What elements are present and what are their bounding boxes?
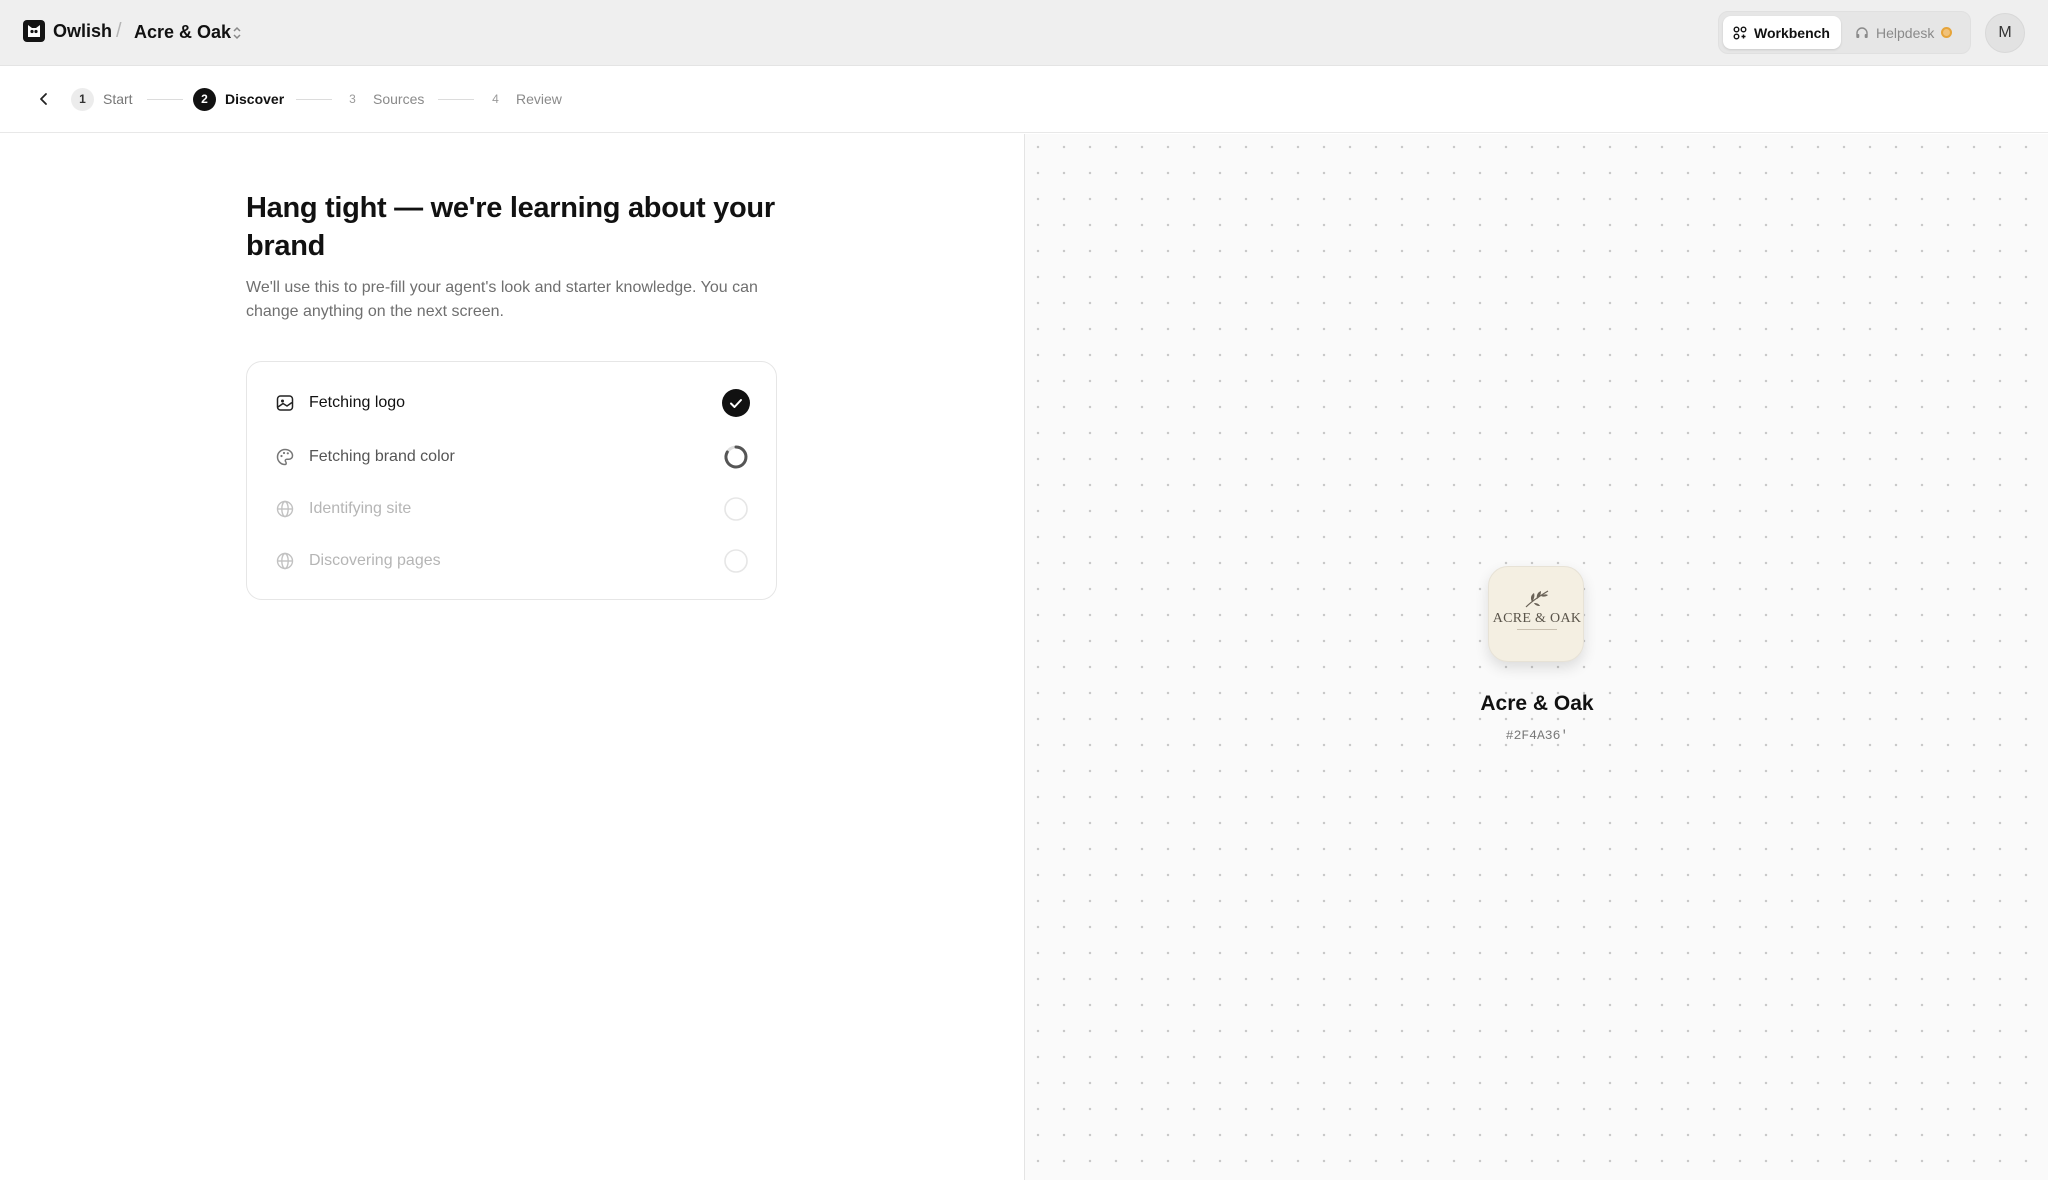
image-icon	[275, 393, 295, 413]
helpdesk-tab[interactable]: Helpdesk	[1845, 16, 1967, 49]
avatar[interactable]: M	[1985, 13, 2025, 53]
pending-circle-icon	[722, 547, 750, 575]
task-label: Identifying site	[309, 500, 412, 517]
workbench-tab[interactable]: Workbench	[1723, 16, 1841, 49]
step-start[interactable]: 1 Start	[71, 87, 133, 111]
step-number: 3	[349, 92, 356, 106]
workbench-label: Workbench	[1754, 24, 1830, 41]
step-connector	[147, 99, 183, 100]
step-connector	[438, 99, 474, 100]
workspace-name[interactable]: Acre & Oak	[134, 22, 231, 43]
page-title: Hang tight — we're learning about your b…	[246, 192, 775, 262]
brand-preview-panel: ACRE & OAK Acre & Oak #2F4A36'	[1024, 134, 2048, 1180]
breadcrumb-separator: /	[116, 20, 122, 42]
chevron-up-down-icon[interactable]	[231, 24, 243, 42]
page-subtitle: We'll use this to pre-fill your agent's …	[246, 279, 758, 320]
spinner-icon	[722, 443, 750, 471]
step-label: Discover	[225, 91, 285, 107]
task-fetching-logo: Fetching logo	[275, 388, 750, 418]
palette-icon	[275, 447, 295, 467]
brand-color-hex: #2F4A36'	[1505, 728, 1569, 743]
globe-icon	[275, 499, 295, 519]
step-number: 4	[492, 92, 499, 106]
back-arrow-icon[interactable]	[34, 89, 54, 109]
check-circle-icon	[722, 389, 750, 417]
brand-logo-preview: ACRE & OAK	[1488, 566, 1584, 662]
globe-icon	[275, 551, 295, 571]
step-label: Sources	[373, 91, 425, 107]
status-badge	[1941, 27, 1953, 38]
task-identifying-site: Identifying site	[275, 494, 750, 524]
logo-underline	[1517, 629, 1557, 630]
step-label: Review	[516, 91, 562, 107]
step-number: 2	[193, 87, 216, 111]
step-label: Start	[103, 91, 133, 107]
progress-card: Fetching logo Fetching brand color Ident…	[246, 361, 777, 600]
task-fetching-brand-color: Fetching brand color	[275, 442, 750, 472]
helpdesk-label: Helpdesk	[1876, 24, 1935, 41]
top-bar: Owlish / Acre & Oak Workbench Helpdesk M	[0, 0, 2048, 66]
task-label: Fetching brand color	[309, 448, 455, 465]
discovery-panel: Hang tight — we're learning about your b…	[0, 134, 1024, 1180]
app-brand[interactable]: Owlish	[23, 20, 112, 42]
grid-icon	[1733, 26, 1747, 40]
company-name: Acre & Oak	[1480, 692, 1594, 715]
stepper-bar: 1 Start 2 Discover 3 Sources 4 Review	[0, 66, 2048, 133]
app-name: Owlish	[53, 20, 113, 41]
headset-icon	[1855, 26, 1869, 40]
step-discover[interactable]: 2 Discover	[193, 87, 284, 111]
owl-logo-icon	[23, 20, 45, 42]
step-sources[interactable]: 3 Sources	[341, 87, 424, 111]
pending-circle-icon	[722, 495, 750, 523]
task-label: Discovering pages	[309, 552, 441, 569]
logo-wordmark: ACRE & OAK	[1492, 611, 1582, 626]
step-review[interactable]: 4 Review	[484, 87, 562, 111]
task-discovering-pages: Discovering pages	[275, 546, 750, 576]
task-label: Fetching logo	[309, 394, 406, 411]
step-connector	[296, 99, 332, 100]
mode-switcher: Workbench Helpdesk	[1718, 11, 1971, 54]
step-number: 1	[71, 87, 94, 111]
